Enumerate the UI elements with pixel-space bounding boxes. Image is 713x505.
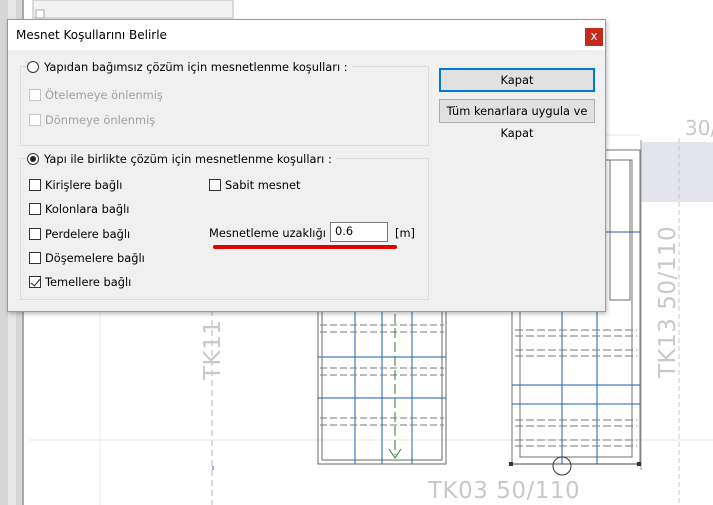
kirislere-checkbox[interactable]: [29, 179, 41, 191]
together-radio[interactable]: [27, 153, 39, 165]
kirislere-option[interactable]: Kirişlere bağlı: [29, 178, 122, 192]
kolonlara-option[interactable]: Kolonlara bağlı: [29, 202, 129, 216]
together-radio-row[interactable]: Yapı ile birlikte çözüm için mesnetlenme…: [27, 152, 336, 166]
oteleme-checkbox: [29, 89, 41, 101]
dialog-title: Mesnet Koşullarını Belirle: [16, 28, 167, 42]
independent-radio-row[interactable]: Yapıdan bağımsız çözüm için mesnetlenme …: [27, 60, 352, 74]
kolonlara-checkbox[interactable]: [29, 203, 41, 215]
close-icon[interactable]: x: [585, 28, 603, 46]
donme-label: Dönmeye önlenmiş: [45, 113, 156, 127]
sabit-label: Sabit mesnet: [225, 178, 301, 192]
cad-label-tk03: TK03 50/110: [428, 478, 581, 504]
perdelere-checkbox[interactable]: [29, 228, 41, 240]
together-label: Yapı ile birlikte çözüm için mesnetlenme…: [44, 152, 332, 166]
perdelere-label: Perdelere bağlı: [45, 227, 131, 241]
red-annotation-underline: [213, 245, 397, 249]
kolonlara-label: Kolonlara bağlı: [45, 202, 130, 216]
dialog-titlebar[interactable]: Mesnet Koşullarını Belirle x: [8, 20, 605, 50]
independent-label: Yapıdan bağımsız çözüm için mesnetlenme …: [44, 60, 348, 74]
temellere-checkbox[interactable]: [29, 276, 41, 288]
distance-input[interactable]: 0.6: [330, 222, 388, 242]
dosemelere-option[interactable]: Döşemelere bağlı: [29, 251, 145, 265]
distance-unit: [m]: [395, 226, 415, 240]
oteleme-option: Ötelemeye önlenmiş: [29, 88, 163, 102]
perdelere-option[interactable]: Perdelere bağlı: [29, 227, 130, 241]
distance-label: Mesnetleme uzaklığı :: [209, 226, 334, 240]
donme-checkbox: [29, 114, 41, 126]
cad-label-tk11: TK11: [200, 319, 226, 380]
close-button[interactable]: Kapat: [439, 68, 595, 92]
donme-option: Dönmeye önlenmiş: [29, 113, 155, 127]
mesnet-dialog: Mesnet Koşullarını Belirle x Yapıdan bağ…: [7, 19, 606, 312]
oteleme-label: Ötelemeye önlenmiş: [45, 88, 163, 102]
independent-radio[interactable]: [27, 61, 39, 73]
cad-label-tk13: TK13 50/110: [655, 225, 681, 378]
temellere-label: Temellere bağlı: [45, 275, 132, 289]
apply-all-close-button[interactable]: Tüm kenarlara uygula ve Kapat: [439, 99, 595, 140]
cad-label-30: 30/: [685, 116, 713, 140]
dosemelere-label: Döşemelere bağlı: [45, 251, 145, 265]
sabit-checkbox[interactable]: [209, 179, 221, 191]
temellere-option[interactable]: Temellere bağlı: [29, 275, 131, 289]
kirislere-label: Kirişlere bağlı: [45, 178, 123, 192]
sabit-option[interactable]: Sabit mesnet: [209, 178, 300, 192]
independent-group: [20, 66, 429, 146]
dosemelere-checkbox[interactable]: [29, 252, 41, 264]
